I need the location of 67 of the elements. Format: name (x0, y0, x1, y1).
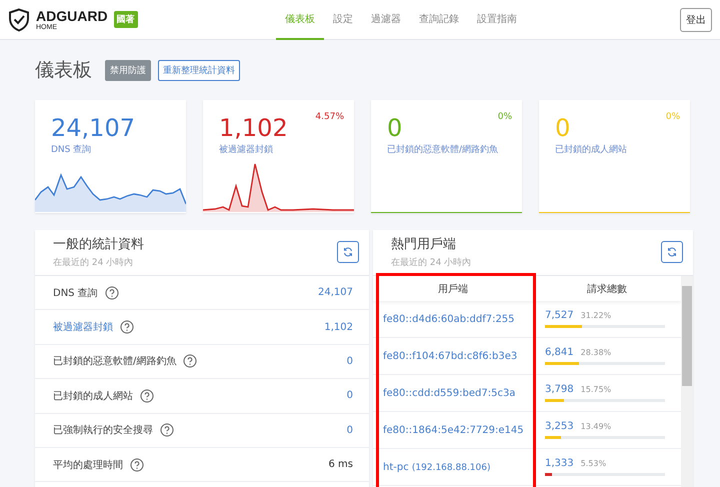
request-percent: 5.53% (580, 459, 606, 468)
version-badge: 國著 (114, 11, 138, 28)
column-header: 用戶端 (373, 276, 533, 301)
stat-label: 已封鎖的成人網站 (555, 144, 627, 156)
stat-value: 0 (346, 390, 353, 402)
logout-button[interactable]: 登出 (680, 8, 712, 32)
request-percent: 15.75% (580, 385, 612, 394)
stat-label: 已封鎖的惡意軟體/網路釣魚 (53, 354, 176, 368)
nav-tab[interactable]: 設置指南 (468, 0, 526, 40)
stat-label: 已封鎖的惡意軟體/網路釣魚 (387, 144, 498, 156)
stat-label: 已強制執行的安全搜尋 (53, 424, 153, 438)
request-percent: 28.38% (580, 348, 612, 357)
request-percent: 31.22% (580, 311, 612, 320)
logo-title: ADGUARD (36, 8, 108, 22)
request-count: 3,798 (545, 384, 574, 395)
stat-value: 1,102 (324, 322, 353, 333)
refresh-icon (667, 247, 677, 257)
request-count: 6,841 (545, 347, 574, 358)
client-link[interactable]: fe80::f104:67bd:c8f6:b3e3 (383, 350, 518, 362)
stat-value: 1,102 (219, 115, 288, 142)
stat-label: 被過濾器封鎖 (219, 144, 273, 156)
stat-label: 已封鎖的成人網站 (53, 390, 133, 403)
scrollbar[interactable] (681, 276, 693, 487)
panel-title: 熱門用戶端 (391, 236, 456, 253)
stat-value: 0 (346, 356, 353, 367)
client-link[interactable]: fe80::1864:5e42:7729:e145 (383, 424, 524, 436)
help-icon[interactable] (130, 458, 144, 472)
client-link[interactable]: fe80::cdd:d559:bed7:5c3a (383, 388, 516, 398)
request-count: 7,527 (545, 310, 574, 321)
nav-tab[interactable]: 查詢記錄 (410, 0, 468, 40)
help-icon[interactable] (160, 423, 174, 438)
stat-value: 24,107 (318, 287, 353, 298)
stat-value: 0 (346, 424, 353, 436)
nav-tab[interactable]: 儀表板 (276, 0, 324, 40)
help-icon[interactable] (183, 354, 198, 368)
stat-label: 平均的處理時間 (53, 458, 123, 472)
stat-label: DNS 查詢 (53, 286, 98, 300)
nav-tab[interactable]: 設定 (324, 0, 362, 40)
help-icon[interactable] (120, 320, 134, 334)
client-link[interactable]: fe80::d4d6:60ab:ddf7:255 (383, 314, 515, 324)
stat-percent: 0% (666, 112, 680, 122)
help-icon[interactable] (104, 286, 119, 300)
stat-value: 24,107 (51, 115, 135, 142)
panel-title: 一般的統計資料 (53, 236, 144, 253)
shield-check-icon (8, 8, 30, 32)
stat-link[interactable]: 被過濾器封鎖 (53, 320, 113, 334)
help-icon[interactable] (140, 388, 154, 403)
client-link[interactable]: ht-pc (192.168.88.106) (383, 462, 490, 472)
stat-value: 0 (555, 115, 570, 142)
stat-percent: 0% (498, 112, 512, 122)
request-percent: 13.49% (580, 422, 612, 431)
page-title: 儀表板 (35, 58, 92, 83)
refresh-button[interactable] (337, 241, 359, 263)
disable-protection-button[interactable]: 禁用防護 (105, 60, 151, 80)
panel-subtitle: 在最近的 24 小時內 (391, 256, 472, 269)
refresh-icon (343, 247, 353, 257)
stat-value: 6 ms (328, 459, 353, 470)
nav-tab[interactable]: 過濾器 (362, 0, 410, 40)
refresh-button[interactable] (661, 241, 683, 263)
request-count: 1,333 (545, 458, 574, 469)
request-count: 3,253 (545, 421, 574, 432)
column-header: 請求總數 (533, 276, 681, 301)
panel-subtitle: 在最近的 24 小時內 (53, 256, 134, 269)
stat-value: 0 (387, 115, 402, 142)
stat-percent: 4.57% (315, 112, 344, 122)
stat-label: DNS 查詢 (51, 144, 92, 156)
refresh-stats-button[interactable]: 重新整理統計資料 (158, 60, 240, 80)
